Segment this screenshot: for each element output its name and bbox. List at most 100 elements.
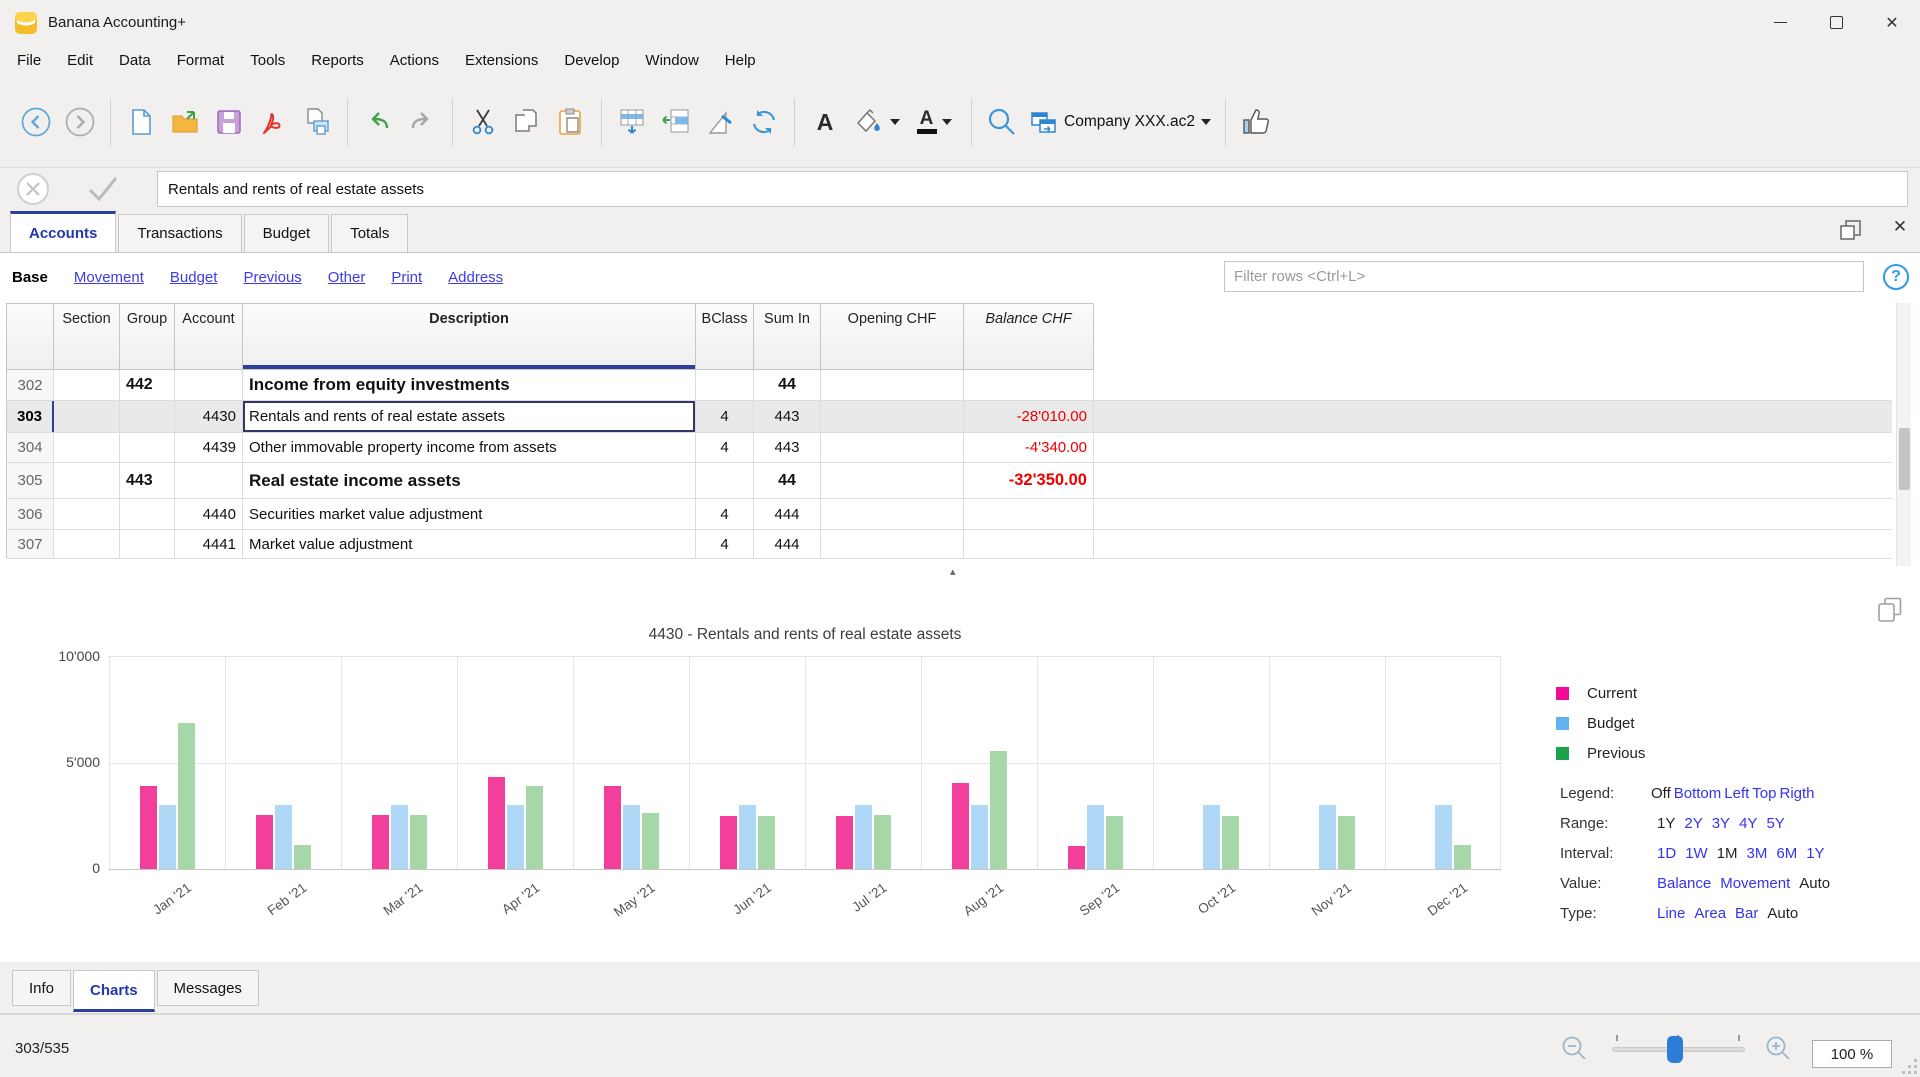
cell-balance[interactable]: -28'010.00 [964, 401, 1094, 432]
chart-option-auto[interactable]: Auto [1799, 875, 1830, 892]
cell-account[interactable]: 4439 [175, 433, 243, 462]
cell-bclass[interactable]: 4 [696, 401, 754, 432]
zoom-slider-handle[interactable] [1667, 1036, 1683, 1063]
cell-sumin[interactable]: 444 [754, 499, 821, 529]
text-format-button[interactable]: A [803, 94, 847, 150]
cell-account[interactable]: 4430 [175, 401, 243, 432]
cell-opening[interactable] [821, 433, 964, 462]
cell-balance[interactable] [964, 530, 1094, 558]
menu-item-help[interactable]: Help [712, 45, 769, 77]
help-icon[interactable]: ? [1883, 264, 1909, 290]
cell-num[interactable]: 302 [6, 370, 54, 400]
col-header-section[interactable]: Section [54, 303, 120, 370]
cell-balance[interactable] [964, 499, 1094, 529]
chart-option-area[interactable]: Area [1694, 905, 1726, 922]
fill-color-button[interactable] [847, 94, 905, 150]
resize-grip[interactable] [1903, 1060, 1917, 1074]
chart-option-1y[interactable]: 1Y [1657, 815, 1675, 832]
cell-num[interactable]: 307 [6, 530, 54, 558]
chart-option-4y[interactable]: 4Y [1739, 815, 1757, 832]
cell-group[interactable] [120, 530, 175, 558]
forward-button[interactable] [58, 94, 102, 150]
cell-description[interactable]: Other immovable property income from ass… [243, 433, 696, 462]
chart-option-1y[interactable]: 1Y [1806, 845, 1824, 862]
chart-option-3m[interactable]: 3M [1747, 845, 1768, 862]
menu-item-format[interactable]: Format [164, 45, 238, 77]
cell-num[interactable]: 303 [6, 401, 54, 432]
cell-bclass[interactable] [696, 463, 754, 498]
menu-item-data[interactable]: Data [106, 45, 164, 77]
export-pdf-button[interactable] [251, 94, 295, 150]
cell-bclass[interactable] [696, 370, 754, 400]
close-panel-icon[interactable]: ✕ [1888, 217, 1912, 237]
cell-description[interactable]: Income from equity investments [243, 370, 696, 400]
cell-num[interactable]: 306 [6, 499, 54, 529]
paste-button[interactable] [549, 94, 593, 150]
collapse-table-button[interactable]: ▴ [950, 566, 956, 578]
chart-option-1d[interactable]: 1D [1657, 845, 1676, 862]
cell-description[interactable]: Securities market value adjustment [243, 499, 696, 529]
cell-sumin[interactable]: 44 [754, 370, 821, 400]
view-link-base[interactable]: Base [12, 269, 48, 286]
cell-num[interactable]: 305 [6, 463, 54, 498]
cell-balance[interactable]: -4'340.00 [964, 433, 1094, 462]
chart-option-2y[interactable]: 2Y [1684, 815, 1702, 832]
menu-item-extensions[interactable]: Extensions [452, 45, 551, 77]
cell-section[interactable] [54, 370, 120, 400]
view-link-address[interactable]: Address [448, 269, 503, 286]
chart-option-top[interactable]: Top [1752, 785, 1776, 802]
bottom-tab-charts[interactable]: Charts [73, 970, 155, 1012]
search-button[interactable] [980, 94, 1024, 150]
redo-button[interactable] [400, 94, 444, 150]
view-link-other[interactable]: Other [328, 269, 366, 286]
chart-option-off[interactable]: Off [1651, 785, 1671, 802]
cell-group[interactable]: 443 [120, 463, 175, 498]
chart-option-rigth[interactable]: Rigth [1779, 785, 1814, 802]
chart-option-line[interactable]: Line [1657, 905, 1685, 922]
cell-group[interactable] [120, 401, 175, 432]
chart-option-movement[interactable]: Movement [1720, 875, 1790, 892]
cell-group[interactable] [120, 433, 175, 462]
col-header-opening[interactable]: Opening CHF [821, 303, 964, 370]
menu-item-develop[interactable]: Develop [551, 45, 632, 77]
open-file-button[interactable] [163, 94, 207, 150]
edit-design-button[interactable] [698, 94, 742, 150]
cell-description[interactable]: Real estate income assets [243, 463, 696, 498]
cell-balance[interactable]: -32'350.00 [964, 463, 1094, 498]
cell-section[interactable] [54, 499, 120, 529]
chart-option-5y[interactable]: 5Y [1766, 815, 1784, 832]
zoom-in-icon[interactable] [1765, 1035, 1792, 1062]
menu-item-tools[interactable]: Tools [237, 45, 298, 77]
cell-group[interactable]: 442 [120, 370, 175, 400]
filter-rows-input[interactable] [1224, 261, 1864, 292]
bottom-tab-messages[interactable]: Messages [157, 970, 259, 1006]
chart-option-1m[interactable]: 1M [1717, 845, 1738, 862]
close-button[interactable]: ✕ [1864, 0, 1920, 45]
view-link-previous[interactable]: Previous [243, 269, 301, 286]
cell-sumin[interactable]: 443 [754, 433, 821, 462]
cell-section[interactable] [54, 530, 120, 558]
cell-description[interactable]: Market value adjustment [243, 530, 696, 558]
new-file-button[interactable] [119, 94, 163, 150]
tab-accounts[interactable]: Accounts [10, 211, 116, 252]
chart-option-1w[interactable]: 1W [1685, 845, 1708, 862]
cell-account[interactable]: 4440 [175, 499, 243, 529]
back-button[interactable] [14, 94, 58, 150]
cell-account[interactable] [175, 370, 243, 400]
cell-group[interactable] [120, 499, 175, 529]
copy-button[interactable] [505, 94, 549, 150]
menu-item-edit[interactable]: Edit [54, 45, 106, 77]
chart-option-left[interactable]: Left [1724, 785, 1749, 802]
cell-opening[interactable] [821, 530, 964, 558]
table-scrollbar-thumb[interactable] [1899, 428, 1910, 490]
chart-option-3y[interactable]: 3Y [1712, 815, 1730, 832]
print-button[interactable] [295, 94, 339, 150]
tab-transactions[interactable]: Transactions [118, 214, 241, 252]
menu-item-window[interactable]: Window [632, 45, 711, 77]
menu-item-file[interactable]: File [4, 45, 54, 77]
table-scrollbar[interactable] [1896, 303, 1911, 566]
menu-item-actions[interactable]: Actions [377, 45, 452, 77]
cell-bclass[interactable]: 4 [696, 433, 754, 462]
col-header-sumin[interactable]: Sum In [754, 303, 821, 370]
col-header-balance[interactable]: Balance CHF [964, 303, 1094, 370]
